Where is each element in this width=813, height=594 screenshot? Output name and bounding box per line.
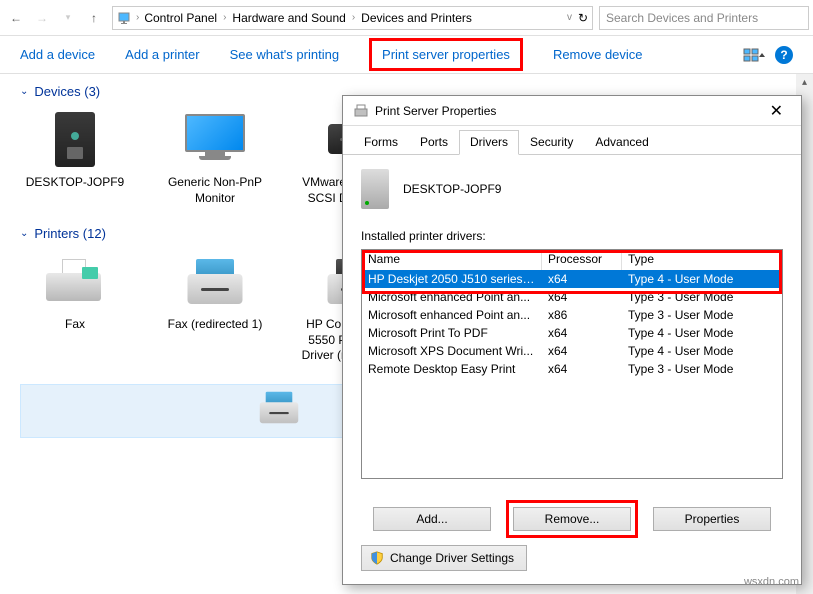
dialog-title: Print Server Properties <box>375 104 496 118</box>
chevron-right-icon: › <box>223 12 226 23</box>
add-button[interactable]: Add... <box>373 507 491 531</box>
fax-icon <box>40 251 110 311</box>
add-device-button[interactable]: Add a device <box>20 47 95 62</box>
chevron-right-icon: › <box>352 12 355 23</box>
device-label: DESKTOP-JOPF9 <box>20 175 130 191</box>
monitor-icon <box>180 109 250 169</box>
device-label: Fax (redirected 1) <box>160 317 270 333</box>
tab-forms[interactable]: Forms <box>353 130 409 154</box>
table-row[interactable]: HP Deskjet 2050 J510 series Cl... x64 Ty… <box>362 270 782 288</box>
nav-bar: ← → ▾ ↑ › Control Panel › Hardware and S… <box>0 0 813 36</box>
device-item[interactable]: DESKTOP-JOPF9 <box>20 109 130 206</box>
table-row[interactable]: Microsoft XPS Document Wri... x64 Type 4… <box>362 342 782 360</box>
breadcrumb: Control Panel › Hardware and Sound › Dev… <box>142 9 474 27</box>
printer-icon <box>259 393 299 423</box>
server-info: DESKTOP-JOPF9 <box>361 169 783 209</box>
toolbar: Add a device Add a printer See what's pr… <box>0 36 813 74</box>
section-label: Printers (12) <box>34 226 106 241</box>
up-button[interactable]: ↑ <box>82 6 106 30</box>
remove-button[interactable]: Remove... <box>513 507 631 531</box>
tab-drivers[interactable]: Drivers <box>459 130 519 155</box>
col-type[interactable]: Type <box>622 250 782 270</box>
tab-advanced[interactable]: Advanced <box>584 130 659 154</box>
printer-icon <box>353 103 369 119</box>
table-header[interactable]: Name Processor Type <box>362 250 782 270</box>
recent-dropdown[interactable]: ▾ <box>56 6 80 30</box>
see-whats-printing-button[interactable]: See what's printing <box>230 47 339 62</box>
dialog-body: DESKTOP-JOPF9 Installed printer drivers:… <box>343 155 801 493</box>
shield-icon <box>370 551 384 565</box>
remove-device-button[interactable]: Remove device <box>553 47 643 62</box>
table-row[interactable]: Microsoft enhanced Point an... x64 Type … <box>362 288 782 306</box>
device-label: Generic Non-PnP Monitor <box>160 175 270 206</box>
table-row[interactable]: Microsoft Print To PDF x64 Type 4 - User… <box>362 324 782 342</box>
change-settings-label: Change Driver Settings <box>390 551 514 565</box>
breadcrumb-item[interactable]: Hardware and Sound <box>230 9 347 27</box>
printer-item[interactable]: Fax <box>20 251 130 364</box>
chevron-down-icon: ⌄ <box>20 86 28 97</box>
tab-ports[interactable]: Ports <box>409 130 459 154</box>
chevron-right-icon: › <box>136 12 139 23</box>
breadcrumb-item[interactable]: Control Panel <box>142 9 219 27</box>
breadcrumb-item[interactable]: Devices and Printers <box>359 9 474 27</box>
search-input[interactable]: Search Devices and Printers <box>599 6 809 30</box>
dialog-titlebar[interactable]: Print Server Properties ✕ <box>343 96 801 126</box>
section-label: Devices (3) <box>34 84 100 99</box>
table-row[interactable]: Remote Desktop Easy Print x64 Type 3 - U… <box>362 360 782 378</box>
server-icon <box>361 169 389 209</box>
forward-button: → <box>30 6 54 30</box>
computer-icon <box>40 109 110 169</box>
device-label: Fax <box>20 317 130 333</box>
watermark: wsxdn.com <box>744 576 799 588</box>
help-icon[interactable]: ? <box>775 46 793 64</box>
change-driver-settings-button[interactable]: Change Driver Settings <box>361 545 527 571</box>
tab-strip: Forms Ports Drivers Security Advanced <box>343 126 801 155</box>
address-bar[interactable]: › Control Panel › Hardware and Sound › D… <box>112 6 593 30</box>
properties-button[interactable]: Properties <box>653 507 771 531</box>
back-button[interactable]: ← <box>4 6 28 30</box>
view-icon[interactable] <box>743 47 767 63</box>
print-server-properties-dialog: Print Server Properties ✕ Forms Ports Dr… <box>342 95 802 585</box>
add-printer-button[interactable]: Add a printer <box>125 47 199 62</box>
print-server-properties-button[interactable]: Print server properties <box>369 38 523 71</box>
tab-security[interactable]: Security <box>519 130 584 154</box>
change-settings-row: Change Driver Settings <box>343 545 801 585</box>
address-dropdown[interactable]: v <box>567 12 572 23</box>
dialog-buttons: Add... Remove... Properties <box>343 493 801 545</box>
chevron-down-icon: ⌄ <box>20 228 28 239</box>
close-button[interactable]: ✕ <box>762 101 791 121</box>
refresh-button[interactable]: ↻ <box>578 11 588 25</box>
printer-icon <box>180 251 250 311</box>
server-name: DESKTOP-JOPF9 <box>403 182 501 196</box>
devices-icon <box>117 10 133 26</box>
driver-table[interactable]: Name Processor Type HP Deskjet 2050 J510… <box>361 249 783 479</box>
table-row[interactable]: Microsoft enhanced Point an... x86 Type … <box>362 306 782 324</box>
printer-item[interactable]: Fax (redirected 1) <box>160 251 270 364</box>
col-processor[interactable]: Processor <box>542 250 622 270</box>
col-name[interactable]: Name <box>362 250 542 270</box>
installed-drivers-label: Installed printer drivers: <box>361 229 783 243</box>
device-item[interactable]: Generic Non-PnP Monitor <box>160 109 270 206</box>
